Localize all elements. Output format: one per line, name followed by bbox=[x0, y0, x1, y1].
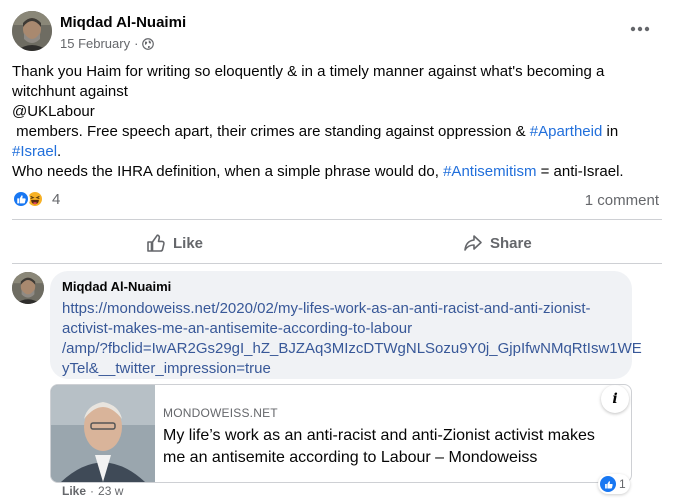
comment-timestamp[interactable]: 23 w bbox=[98, 484, 123, 498]
reaction-count: 4 bbox=[52, 190, 61, 208]
preview-title: My life’s work as an anti-racist and ant… bbox=[163, 425, 623, 469]
post-date[interactable]: 15 February bbox=[60, 35, 130, 52]
like-icon bbox=[12, 190, 30, 208]
link-preview-card[interactable]: MONDOWEISS.NET My life’s work as an anti… bbox=[50, 384, 632, 483]
post-text-segment: Who needs the IHRA definition, when a si… bbox=[12, 163, 444, 180]
post-text-segment: members. Free speech apart, their crimes… bbox=[12, 123, 530, 140]
post-text-segment: = anti-Israel. bbox=[536, 163, 624, 180]
comment-link-line[interactable]: https://mondoweiss.net/2020/02/my-lifes-… bbox=[62, 299, 620, 319]
like-button-label: Like bbox=[173, 234, 204, 252]
comment-bubble: Miqdad Al-Nuaimi https://mondoweiss.net/… bbox=[50, 271, 642, 379]
share-button[interactable]: Share bbox=[463, 229, 532, 257]
comment-reactions[interactable]: 1 bbox=[598, 474, 630, 494]
hashtag-link[interactable]: #Apartheid bbox=[530, 123, 603, 140]
share-button-label: Share bbox=[490, 234, 532, 252]
comment-author-name[interactable]: Miqdad Al-Nuaimi bbox=[62, 278, 620, 295]
comment-time-separator: · bbox=[90, 484, 95, 498]
comment-reaction-count: 1 bbox=[619, 477, 626, 491]
thumbs-up-icon bbox=[147, 234, 165, 252]
divider bbox=[12, 263, 662, 264]
comment-count[interactable]: 1 comment bbox=[585, 192, 659, 209]
comment-like-button[interactable]: Like bbox=[62, 484, 86, 498]
comment-footer: Like · 23 w bbox=[62, 484, 123, 498]
post-author-name[interactable]: Miqdad Al-Nuaimi bbox=[60, 13, 186, 32]
comment-link[interactable]: https://mondoweiss.net/2020/02/my-lifes-… bbox=[62, 299, 642, 379]
post-text-segment: witchhunt against bbox=[12, 83, 128, 100]
post-meta: 15 February · bbox=[60, 35, 186, 52]
preview-title-line: My life’s work as an anti-racist and ant… bbox=[163, 427, 595, 444]
post-text-line: Thank you Haim for writing so eloquently… bbox=[12, 62, 652, 82]
preview-title-line: me an antisemite according to Labour – M… bbox=[163, 449, 538, 466]
post-text-segment: . bbox=[57, 143, 62, 160]
post-text-segment: @UKLabour bbox=[12, 103, 95, 120]
post-text-segment: in bbox=[602, 123, 619, 140]
commenter-avatar[interactable] bbox=[12, 272, 44, 304]
meta-separator: · bbox=[134, 36, 139, 51]
author-avatar[interactable] bbox=[12, 11, 52, 51]
comment-link-line[interactable]: activist-makes-me-an-antisemite-accordin… bbox=[62, 319, 620, 339]
globe-icon[interactable] bbox=[142, 37, 155, 50]
post-header: Miqdad Al-Nuaimi 15 February · bbox=[12, 11, 186, 52]
hashtag-link[interactable]: #Antisemitism bbox=[443, 163, 536, 180]
post-text-segment: Thank you Haim for writing so eloquently… bbox=[12, 63, 605, 80]
like-icon bbox=[600, 476, 616, 492]
post-text-line: Who needs the IHRA definition, when a si… bbox=[12, 162, 652, 182]
more-horizontal-icon bbox=[630, 26, 650, 32]
comment-link-line[interactable]: /amp/?fbclid=IwAR2Gs29gI_hZ_BJZAq3MIzcDT… bbox=[62, 339, 642, 359]
reactions-summary[interactable]: 4 bbox=[12, 190, 60, 208]
post-text-line: #Israel. bbox=[12, 142, 652, 162]
more-options-button[interactable] bbox=[626, 15, 654, 43]
preview-domain: MONDOWEISS.NET bbox=[163, 406, 278, 420]
hashtag-link[interactable]: #Israel bbox=[12, 143, 57, 160]
info-icon[interactable]: i bbox=[601, 385, 629, 413]
divider bbox=[12, 219, 662, 220]
share-icon bbox=[464, 235, 482, 251]
post-text-line: members. Free speech apart, their crimes… bbox=[12, 122, 652, 142]
comment-link-line[interactable]: yTel&__twitter_impression=true bbox=[62, 359, 620, 379]
preview-thumbnail bbox=[51, 385, 155, 482]
post-text: Thank you Haim for writing so eloquently… bbox=[12, 62, 652, 182]
post-text-line: @UKLabour bbox=[12, 102, 652, 122]
post-text-line: witchhunt against bbox=[12, 82, 652, 102]
like-button[interactable]: Like bbox=[146, 229, 203, 257]
